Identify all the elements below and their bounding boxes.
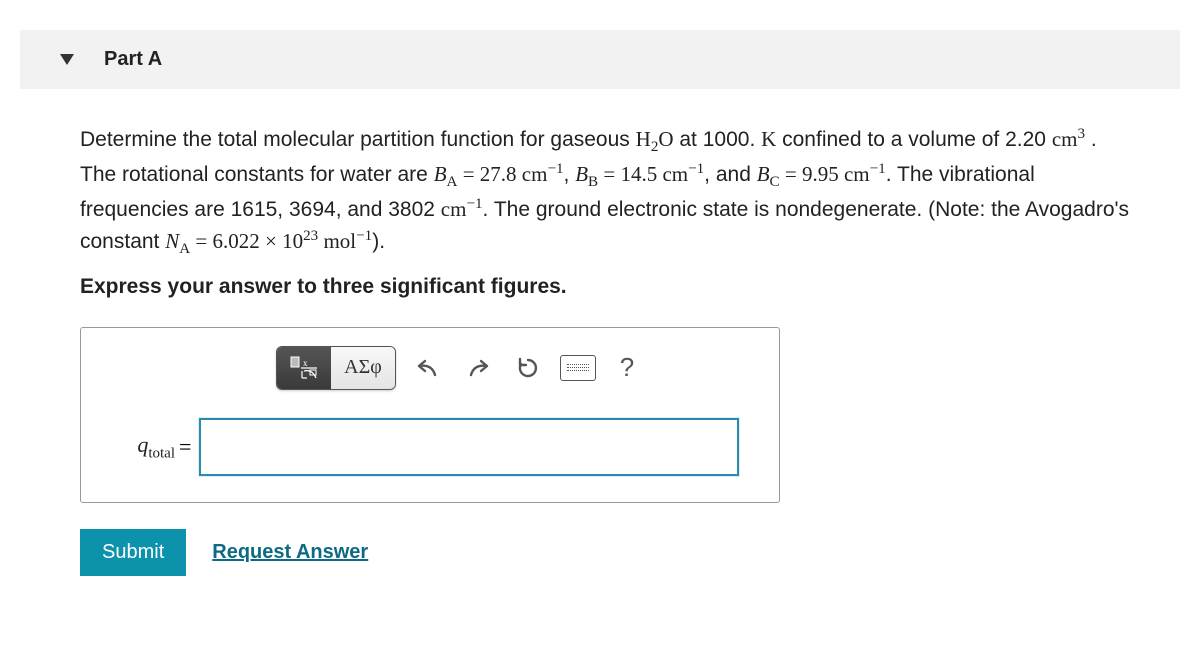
instruction-text: Express your answer to three significant… (80, 275, 1130, 299)
answer-box: x ΑΣφ (80, 327, 780, 503)
format-tool-group: x ΑΣφ (276, 346, 396, 390)
template-fraction-button[interactable]: x (277, 347, 331, 389)
equals-sign: = (179, 434, 191, 460)
part-title: Part A (104, 48, 162, 71)
action-row: Submit Request Answer (80, 529, 1130, 576)
submit-button[interactable]: Submit (80, 529, 186, 576)
greek-symbols-button[interactable]: ΑΣφ (331, 347, 395, 389)
problem-statement: Determine the total molecular partition … (80, 124, 1130, 261)
redo-button[interactable] (460, 350, 496, 386)
greek-label: ΑΣφ (344, 356, 382, 379)
request-answer-link[interactable]: Request Answer (212, 541, 368, 564)
keyboard-button[interactable] (560, 355, 596, 381)
answer-input-row: qtotal = (81, 418, 779, 476)
help-button[interactable]: ? (610, 352, 644, 383)
svg-text:x: x (303, 358, 308, 368)
variable-label: qtotal (103, 432, 175, 462)
part-header[interactable]: Part A (20, 30, 1180, 89)
equation-toolbar: x ΑΣφ (81, 346, 779, 390)
reset-button[interactable] (510, 350, 546, 386)
answer-input[interactable] (199, 418, 739, 476)
chevron-down-icon (60, 54, 74, 65)
undo-button[interactable] (410, 350, 446, 386)
